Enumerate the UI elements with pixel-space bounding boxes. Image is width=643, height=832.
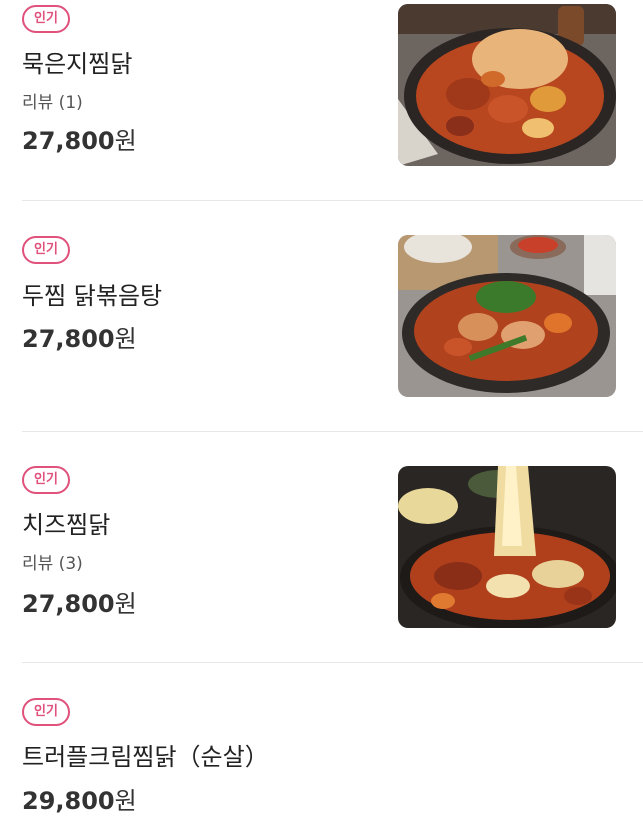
currency-unit: 원 — [114, 127, 137, 155]
menu-item-name: 묵은지찜닭 — [22, 50, 133, 78]
menu-item-price: 27,800원 — [22, 121, 137, 156]
spicy-chicken-stew-photo[interactable] — [398, 235, 616, 397]
review-count[interactable]: 리뷰 (3) — [22, 549, 83, 574]
price-value: 27,800 — [22, 325, 115, 353]
cheese-braised-chicken-photo[interactable] — [398, 466, 616, 628]
popular-badge: 인기 — [22, 236, 70, 264]
menu-item-price: 27,800원 — [22, 584, 137, 619]
menu-item[interactable]: 인기 묵은지찜닭 리뷰 (1) 27,800원 — [0, 0, 643, 200]
currency-unit: 원 — [114, 590, 137, 618]
popular-badge: 인기 — [22, 698, 70, 726]
menu-item[interactable]: 인기 치즈찜닭 리뷰 (3) 27,800원 — [0, 432, 643, 662]
review-count[interactable]: 리뷰 (1) — [22, 88, 83, 113]
menu-item[interactable]: 인기 트러플크림찜닭（순살） 29,800원 — [0, 663, 643, 832]
popular-badge: 인기 — [22, 466, 70, 494]
menu-item-name: 치즈찜닭 — [22, 511, 111, 539]
menu-item-price: 29,800원 — [22, 781, 137, 816]
popular-badge: 인기 — [22, 5, 70, 33]
price-value: 27,800 — [22, 127, 115, 155]
currency-unit: 원 — [114, 787, 137, 815]
price-value: 29,800 — [22, 787, 115, 815]
kimchi-braised-chicken-photo[interactable] — [398, 4, 616, 166]
menu-item-price: 27,800원 — [22, 319, 137, 354]
menu-item-name: 트러플크림찜닭（순살） — [22, 743, 269, 771]
menu-item[interactable]: 인기 두찜 닭볶음탕 27,800원 — [0, 201, 643, 431]
currency-unit: 원 — [114, 325, 137, 353]
price-value: 27,800 — [22, 590, 115, 618]
menu-item-name: 두찜 닭볶음탕 — [22, 282, 163, 310]
